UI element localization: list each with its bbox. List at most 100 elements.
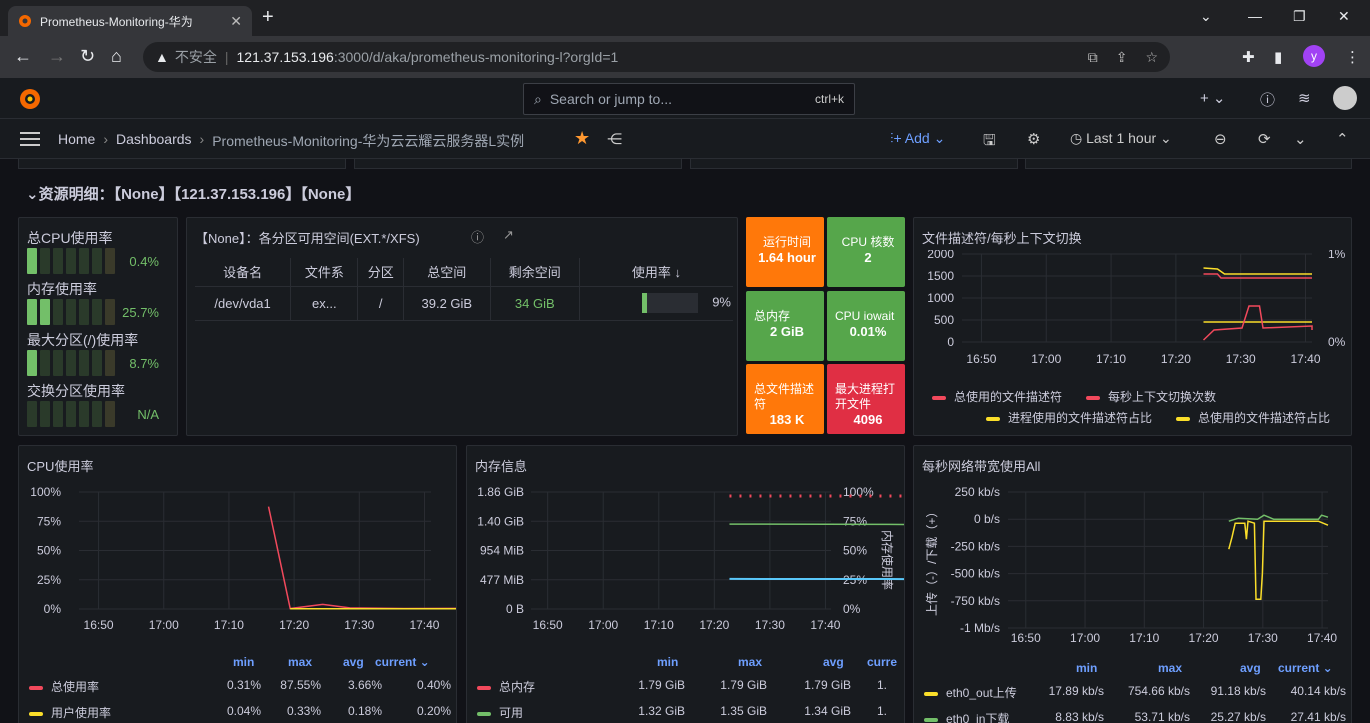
menu-icon[interactable]: ⋮ [1345,48,1360,66]
legend-max: 87.55% [280,678,321,692]
legend-header-avg[interactable]: avg [1240,661,1261,675]
legend-header-current[interactable]: curre [867,655,897,669]
settings-gear-icon[interactable]: ⚙ [1027,130,1040,148]
forward-icon[interactable]: → [48,46,66,67]
stat-label: CPU iowait [835,309,895,323]
legend-min: 1.32 GiB [638,704,685,718]
legend-header-max[interactable]: max [1158,661,1182,675]
back-icon[interactable]: ← [14,46,32,67]
save-icon[interactable]: 🖫 [983,130,996,155]
clock-icon: ◷ [1070,130,1087,146]
bargauge-cell [27,401,37,427]
memory-chart[interactable]: 1.86 GiB 1.40 GiB 954 MiB 477 MiB 0 B 100% 75%… [467,482,904,650]
new-plus-icon[interactable]: + ⌄ [1200,89,1226,107]
menu-toggle-icon[interactable] [20,132,40,146]
refresh-interval-chevron-icon[interactable]: ⌄ [1294,130,1307,148]
x-tick-label: 17:30 [755,618,785,632]
legend-header-current[interactable]: current ⌄ [1278,661,1333,675]
legend-row[interactable]: 可用 1.32 GiB 1.35 GiB 1.34 GiB 1. [477,704,897,721]
column-header[interactable]: 剩余空间 [489,258,580,287]
external-link-icon[interactable]: ↗ [503,227,514,243]
refresh-icon[interactable]: ⟳ [1258,130,1271,148]
table-cell: 34 GiB [489,286,580,321]
legend-header-avg[interactable]: avg [343,655,364,669]
legend-header-min[interactable]: min [233,655,254,669]
legend-header-max[interactable]: max [738,655,762,669]
x-tick-label: 16:50 [966,352,996,366]
stat-panel[interactable]: 最大进程打开文件 4096 [827,364,905,434]
info-icon[interactable]: ⓘ [471,227,484,246]
breadcrumb-home[interactable]: Home [58,131,95,151]
y-tick-label: 500 [934,313,954,327]
tab-search-icon[interactable]: ⌄ [1200,8,1212,25]
legend-item[interactable]: 总使用的文件描述符 [932,388,1062,405]
side-panel-icon[interactable]: ▮ [1274,48,1282,66]
extensions-icon[interactable]: ✚ [1242,48,1255,66]
legend-row[interactable]: eth0_in下载 8.83 kb/s 53.71 kb/s 25.27 kb/… [924,710,1346,723]
collapse-chevron-up-icon[interactable]: ⌃ [1336,130,1349,148]
legend-header-max[interactable]: max [288,655,312,669]
browser-tab[interactable]: Prometheus-Monitoring-华为 ✕ [8,6,252,36]
stat-panel[interactable]: CPU iowait 0.01% [827,291,905,361]
favorite-star-icon[interactable]: ★ [574,128,590,149]
add-button[interactable]: ⫶+ Add ⌄ [890,130,945,147]
user-avatar[interactable] [1333,86,1357,110]
column-header[interactable]: 设备名 [195,258,291,287]
bargauge-cell [79,299,89,325]
reload-icon[interactable]: ↻ [80,46,95,67]
stat-panel[interactable]: 总文件描述符 183 K [746,364,824,434]
breadcrumb-dashboards[interactable]: Dashboards [116,131,192,151]
bookmark-star-icon[interactable]: ☆ [1145,49,1158,66]
news-feed-icon[interactable]: ≋ [1298,89,1311,107]
usage-bargauge-panel: 总CPU使用率 0.4% 内存使用率 25.7% 最大分区(/)使用率 8.7% 交换分区使… [18,217,178,436]
chevron-down-icon: ⌄ [26,186,39,203]
bargauge-value: 0.4% [129,254,159,269]
y-tick-label: 0 B [506,602,524,616]
stat-panel[interactable]: 运行时间 1.64 hour [746,217,824,287]
column-header[interactable]: 分区 [357,258,404,287]
column-header[interactable]: 总空间 [402,258,491,287]
fd-chart[interactable]: 2000 1500 1000 500 0 1% 0% 16:50 17:00 17:10 17:20… [914,250,1351,374]
grafana-logo-icon[interactable] [18,87,42,111]
time-range-picker[interactable]: ◷ Last 1 hour ⌄ [1070,130,1172,147]
new-tab-icon[interactable]: + [262,6,274,29]
legend-item[interactable]: 每秒上下文切换次数 [1086,388,1216,405]
network-chart[interactable]: 250 kb/s 0 b/s -250 kb/s -500 kb/s -750 kb/s… [914,482,1351,660]
profile-avatar[interactable]: y [1303,45,1325,67]
y-tick-label: 250 kb/s [955,485,1000,499]
row-header[interactable]: ⌄资源明细：【None】【121.37.153.196】【None】 [26,183,360,204]
stat-panel[interactable]: 总内存 2 GiB [746,291,824,361]
y-tick-label: 477 MiB [480,573,524,587]
close-window-icon[interactable]: ✕ [1338,8,1350,25]
prev-panel-edge [1025,159,1352,169]
legend-header-current[interactable]: current ⌄ [375,655,430,669]
help-icon[interactable]: ⓘ [1260,89,1275,110]
legend-item[interactable]: 进程使用的文件描述符占比 [986,409,1152,426]
legend-item[interactable]: 总使用的文件描述符占比 [1176,409,1330,426]
legend-max: 1.79 GiB [720,678,767,692]
maximize-icon[interactable]: ❐ [1293,8,1306,25]
legend-row[interactable]: eth0_out上传 17.89 kb/s 754.66 kb/s 91.18 … [924,684,1346,701]
share-icon[interactable]: ⋲ [607,130,622,148]
legend-header-min[interactable]: min [657,655,678,669]
stat-value: 2 GiB [770,324,804,339]
translate-icon[interactable]: ⧉ [1088,49,1098,66]
legend-row[interactable]: 总内存 1.79 GiB 1.79 GiB 1.79 GiB 1. [477,678,897,695]
home-icon[interactable]: ⌂ [111,46,122,67]
share-page-icon[interactable]: ⇪ [1116,49,1128,66]
legend-row[interactable]: 用户使用率 0.04% 0.33% 0.18% 0.20% [29,704,451,721]
close-tab-icon[interactable]: ✕ [230,13,242,30]
bargauge-bar [27,401,115,427]
legend-row[interactable]: 总使用率 0.31% 87.55% 3.66% 0.40% [29,678,451,695]
minimize-icon[interactable]: — [1248,8,1262,24]
column-header[interactable]: 文件系 [290,258,358,287]
address-bar[interactable]: ▲ 不安全 | 121.37.153.196 :3000/d/aka/prome… [143,42,1170,72]
bargauge-value: 25.7% [122,305,159,320]
legend-header-min[interactable]: min [1076,661,1097,675]
zoom-out-icon[interactable]: ⊖ [1214,130,1227,148]
stat-panel[interactable]: CPU 核数 2 [827,217,905,287]
cpu-chart[interactable]: 100% 75% 50% 25% 0% 16:50 17:00 17:10 17:20 17:30… [19,482,456,650]
search-input[interactable]: ⌕ Search or jump to... ctrl+k [523,83,855,115]
legend-header-avg[interactable]: avg [823,655,844,669]
column-header[interactable]: 使用率 ↓ [578,258,733,287]
